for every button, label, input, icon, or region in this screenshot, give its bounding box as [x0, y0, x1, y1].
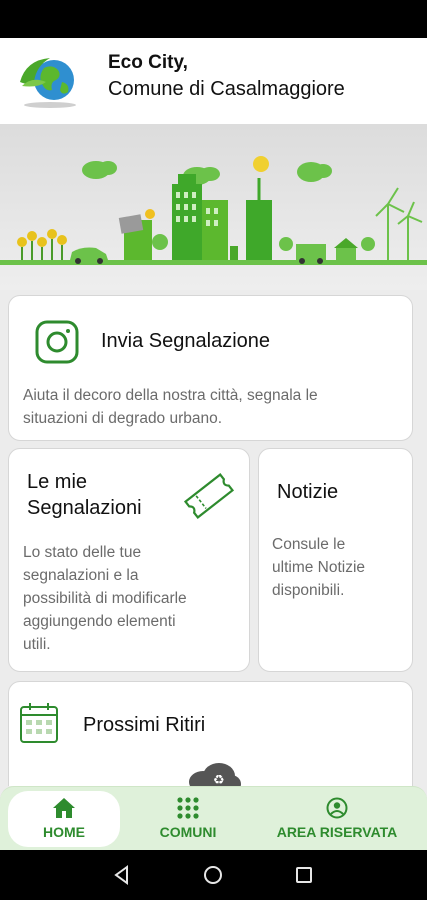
send-report-title: Invia Segnalazione: [101, 330, 271, 352]
back-icon[interactable]: [112, 865, 132, 885]
bottom-navigation: HOME COMUNI AREA RISERVATA: [0, 786, 427, 851]
account-icon: [326, 797, 348, 819]
eco-globe-logo: [20, 58, 76, 108]
main-content: Invia Segnalazione Aiuta il decoro della…: [0, 290, 427, 786]
my-reports-card[interactable]: Le mie Segnalazioni Lo stato delle tue s…: [8, 448, 250, 672]
news-description: Consule le ultime Notizie disponibili.: [272, 536, 366, 599]
nav-reserved-area-tab[interactable]: AREA RISERVATA: [262, 787, 412, 849]
svg-text:♻: ♻: [213, 773, 225, 786]
system-navigation-bar: [0, 850, 427, 900]
app-title: Eco City,: [108, 52, 188, 73]
send-report-description: Aiuta il decoro della nostra città, segn…: [23, 387, 318, 427]
recycle-bin-icon: ♻: [189, 763, 241, 786]
eco-city-banner: [0, 124, 427, 290]
ticket-icon: [183, 473, 235, 519]
nav-reserved-area-label: AREA RISERVATA: [276, 824, 398, 840]
next-pickups-title: Prossimi Ritiri: [83, 714, 206, 736]
nav-comuni-label: COMUNI: [159, 824, 217, 840]
my-reports-title: Le mie Segnalazioni: [27, 471, 142, 519]
next-pickups-card[interactable]: Prossimi Ritiri ♻: [8, 681, 413, 786]
send-report-card[interactable]: Invia Segnalazione Aiuta il decoro della…: [8, 295, 413, 441]
news-card[interactable]: Notizie Consule le ultime Notizie dispon…: [258, 448, 413, 672]
recent-apps-icon[interactable]: [295, 866, 313, 884]
camera-icon: [35, 320, 79, 364]
grid-icon: [177, 797, 199, 819]
status-bar: [0, 0, 427, 38]
home-circle-icon[interactable]: [203, 865, 223, 885]
app-header: Eco City, Comune di Casalmaggiore: [0, 38, 427, 124]
nav-home-label: HOME: [43, 824, 85, 840]
app-subtitle: Comune di Casalmaggiore: [108, 78, 345, 100]
news-title: Notizie: [277, 481, 339, 503]
nav-home-tab[interactable]: HOME: [8, 791, 120, 847]
calendar-icon: [20, 703, 58, 743]
home-icon: [53, 798, 75, 818]
nav-comuni-tab[interactable]: COMUNI: [138, 787, 238, 849]
my-reports-description: Lo stato delle tue segnalazioni e la pos…: [23, 544, 187, 653]
